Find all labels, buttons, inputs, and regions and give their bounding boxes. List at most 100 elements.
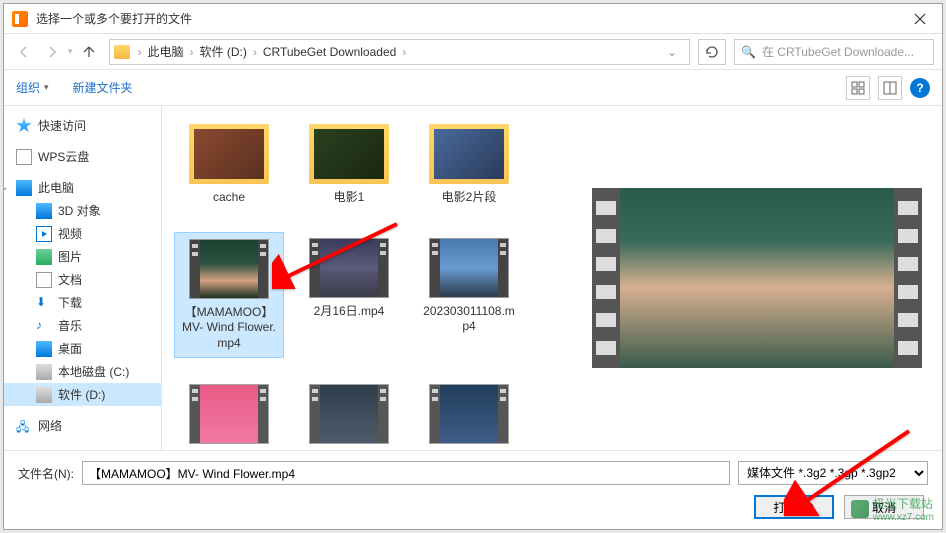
filename-label: 文件名(N): (18, 465, 74, 482)
toolbar: 组织 新建文件夹 ? (4, 70, 942, 106)
dialog-title: 选择一个或多个要打开的文件 (36, 10, 897, 27)
view-preview-icon (883, 81, 897, 95)
preview-pane (572, 106, 942, 450)
download-icon: ⬇ (36, 295, 52, 311)
help-button[interactable]: ? (910, 78, 930, 98)
file-pane[interactable]: cache 电影1 电影2片段 【MAMAMOO (162, 106, 572, 450)
search-placeholder: 在 CRTubeGet Downloade... (762, 43, 914, 60)
sidebar-network[interactable]: ›🖧网络 (4, 414, 161, 437)
video-thumbnail (309, 384, 389, 444)
network-icon: 🖧 (16, 418, 32, 434)
search-icon: 🔍 (741, 45, 756, 59)
filmstrip-icon (378, 385, 388, 443)
path-sep-icon: › (190, 45, 194, 59)
sidebar-images[interactable]: 图片 (4, 245, 161, 268)
forward-icon (45, 45, 59, 59)
filmstrip-icon (430, 239, 440, 297)
path-sep-icon: › (138, 45, 142, 59)
sidebar-this-pc[interactable]: ⌄此电脑 (4, 176, 161, 199)
image-icon (36, 249, 52, 265)
file-item-partial[interactable] (414, 378, 524, 450)
file-feb16[interactable]: 2月16日.mp4 (294, 232, 404, 359)
filmstrip-icon (498, 385, 508, 443)
app-icon (12, 11, 28, 27)
organize-menu[interactable]: 组织 (16, 79, 49, 96)
sidebar-docs[interactable]: 文档 (4, 268, 161, 291)
cube-icon (36, 203, 52, 219)
filmstrip-icon (894, 188, 922, 368)
sidebar-3d[interactable]: 3D 对象 (4, 199, 161, 222)
sidebar-disk-c[interactable]: 本地磁盘 (C:) (4, 360, 161, 383)
watermark: 极光下载站 www.xz7.com (851, 495, 934, 523)
desktop-icon (36, 341, 52, 357)
sidebar-desktop[interactable]: 桌面 (4, 337, 161, 360)
file-item-partial[interactable] (174, 378, 284, 450)
address-bar: ▾ › 此电脑 › 软件 (D:) › CRTubeGet Downloaded… (4, 34, 942, 70)
preview-image (620, 188, 894, 368)
folder-cache[interactable]: cache (174, 118, 284, 212)
filename-input[interactable] (82, 461, 730, 485)
sidebar-downloads[interactable]: ⬇下载 (4, 291, 161, 314)
sidebar-video[interactable]: 视频 (4, 222, 161, 245)
video-thumbnail (429, 238, 509, 298)
filmstrip-icon (190, 240, 200, 298)
view-preview-button[interactable] (878, 76, 902, 100)
disk-icon (36, 387, 52, 403)
path-segment-folder[interactable]: CRTubeGet Downloaded (261, 45, 398, 59)
sidebar-music[interactable]: ♪音乐 (4, 314, 161, 337)
back-button[interactable] (12, 40, 36, 64)
expand-icon: › (4, 420, 10, 431)
view-large-icon (851, 81, 865, 95)
video-thumbnail (429, 384, 509, 444)
sidebar: ›快速访问 WPS云盘 ⌄此电脑 3D 对象 视频 图片 文档 ⬇下载 ♪音乐 … (4, 106, 162, 450)
open-button[interactable]: 打开(O) (754, 495, 834, 519)
forward-button[interactable] (40, 40, 64, 64)
preview-thumbnail (592, 188, 922, 368)
sidebar-quick-access[interactable]: ›快速访问 (4, 114, 161, 137)
file-mamamoo[interactable]: 【MAMAMOO】MV- Wind Flower.mp4 (174, 232, 284, 359)
search-box[interactable]: 🔍 在 CRTubeGet Downloade... (734, 39, 934, 65)
filetype-select[interactable]: 媒体文件 *.3g2 *.3gp *.3gp2 (738, 461, 928, 485)
folder-movie2seg[interactable]: 电影2片段 (414, 118, 524, 212)
path-dropdown-icon[interactable]: ⌄ (667, 45, 685, 59)
file-item-partial[interactable] (294, 378, 404, 450)
filmstrip-icon (592, 188, 620, 368)
expand-icon: › (4, 120, 10, 131)
file-open-dialog: 选择一个或多个要打开的文件 ▾ › 此电脑 › 软件 (D:) › CRTube… (3, 3, 943, 530)
filmstrip-icon (378, 239, 388, 297)
folder-movie1[interactable]: 电影1 (294, 118, 404, 212)
filmstrip-icon (258, 385, 268, 443)
expand-icon: ⌄ (4, 182, 10, 193)
watermark-logo-icon (851, 500, 869, 518)
video-thumbnail (189, 384, 269, 444)
music-icon: ♪ (36, 318, 52, 334)
sidebar-disk-d[interactable]: 软件 (D:) (4, 383, 161, 406)
video-icon (36, 226, 52, 242)
video-thumbnail (309, 238, 389, 298)
refresh-button[interactable] (698, 39, 726, 65)
pc-icon (16, 180, 32, 196)
new-folder-button[interactable]: 新建文件夹 (73, 79, 137, 96)
folder-icon (114, 45, 130, 59)
sidebar-wps[interactable]: WPS云盘 (4, 145, 161, 168)
bottom-panel: 文件名(N): 媒体文件 *.3g2 *.3gp *.3gp2 打开(O) 取消 (4, 450, 942, 529)
path-sep-icon: › (253, 45, 257, 59)
close-button[interactable] (897, 4, 942, 34)
folder-thumbnail (189, 124, 269, 184)
filmstrip-icon (430, 385, 440, 443)
up-button[interactable] (77, 40, 101, 64)
close-icon (914, 13, 926, 25)
filmstrip-icon (310, 385, 320, 443)
view-large-button[interactable] (846, 76, 870, 100)
history-dropdown[interactable]: ▾ (68, 46, 73, 57)
back-icon (17, 45, 31, 59)
disk-icon (36, 364, 52, 380)
path-segment-pc[interactable]: 此电脑 (146, 43, 186, 60)
path-segment-drive[interactable]: 软件 (D:) (198, 43, 249, 60)
file-mar03[interactable]: 202303011108.mp4 (414, 232, 524, 359)
folder-thumbnail (309, 124, 389, 184)
filmstrip-icon (498, 239, 508, 297)
path-box[interactable]: › 此电脑 › 软件 (D:) › CRTubeGet Downloaded ›… (109, 39, 690, 65)
dialog-body: ›快速访问 WPS云盘 ⌄此电脑 3D 对象 视频 图片 文档 ⬇下载 ♪音乐 … (4, 106, 942, 450)
titlebar: 选择一个或多个要打开的文件 (4, 4, 942, 34)
